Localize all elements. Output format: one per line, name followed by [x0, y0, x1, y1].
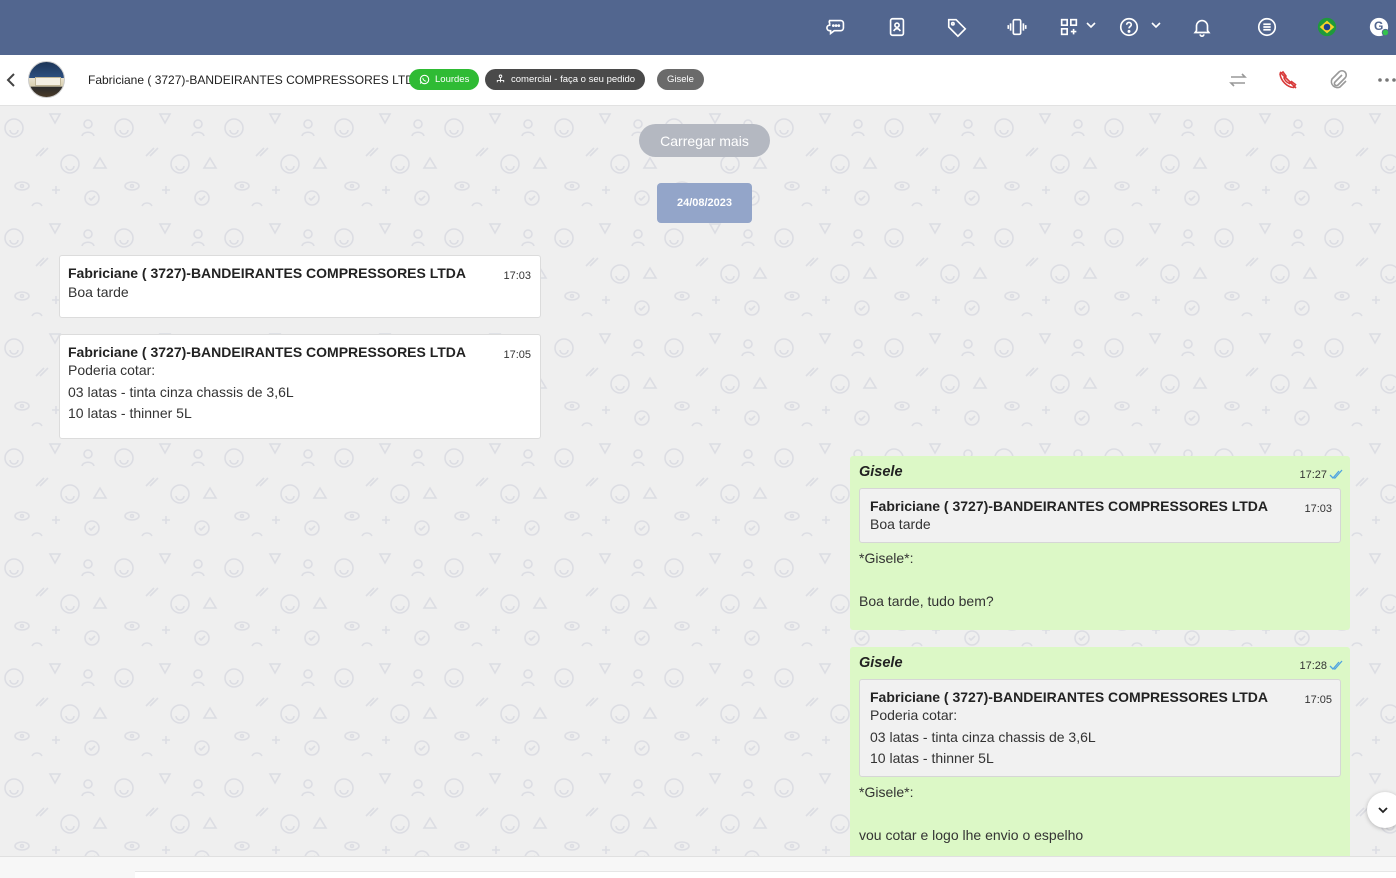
- apps-grid-icon[interactable]: [1054, 12, 1084, 42]
- queue-tree-icon: [496, 74, 505, 83]
- message-author: Gisele: [859, 655, 903, 671]
- attach-icon[interactable]: [1327, 69, 1349, 91]
- whatsapp-icon: [419, 74, 430, 85]
- incoming-message[interactable]: Fabriciane ( 3727)-BANDEIRANTES COMPRESS…: [59, 255, 541, 318]
- quoted-sender: Fabriciane ( 3727)-BANDEIRANTES COMPRESS…: [870, 689, 1269, 705]
- end-call-icon[interactable]: [1277, 69, 1299, 91]
- message-text: 10 latas - thinner 5L: [68, 405, 192, 421]
- user-chip[interactable]: Gisele: [657, 69, 704, 90]
- back-arrow-icon[interactable]: [4, 71, 20, 89]
- chat-header: Fabriciane ( 3727)-BANDEIRANTES COMPRESS…: [0, 55, 1396, 106]
- quoted-text: 03 latas - tinta cinza chassis de 3,6L: [870, 728, 1096, 745]
- quoted-time: 17:03: [1304, 503, 1332, 515]
- queue-label: comercial - faça o seu pedido: [511, 74, 636, 85]
- user-initial: G: [1374, 19, 1384, 33]
- message-text: 03 latas - tinta cinza chassis de 3,6L: [68, 383, 294, 400]
- chevron-down-icon[interactable]: [1085, 19, 1097, 31]
- quoted-time: 17:05: [1304, 694, 1332, 706]
- queue-chip[interactable]: comercial - faça o seu pedido: [485, 69, 646, 90]
- transfer-icon[interactable]: [1227, 69, 1249, 91]
- message-time: 17:27: [1299, 469, 1327, 481]
- message-composer-bar: [0, 856, 1396, 878]
- date-separator: 24/08/2023: [657, 183, 752, 223]
- message-text: Boa tarde: [68, 284, 129, 300]
- tag-icon[interactable]: [942, 12, 972, 42]
- contact-avatar[interactable]: [28, 61, 65, 98]
- bell-icon[interactable]: [1187, 12, 1217, 42]
- message-sender: Fabriciane ( 3727)-BANDEIRANTES COMPRESS…: [68, 265, 467, 281]
- chat-messages-area[interactable]: Carregar mais 24/08/2023 Fabriciane ( 37…: [0, 106, 1396, 856]
- message-author: Gisele: [859, 464, 903, 480]
- chevron-down-icon: [1378, 807, 1388, 814]
- message-text: *Gisele*: Boa tarde, tudo bem?: [859, 549, 994, 609]
- outgoing-message[interactable]: Gisele 17:28 Fabriciane ( 3727)-BANDEIRA…: [850, 647, 1350, 856]
- quoted-message[interactable]: Fabriciane ( 3727)-BANDEIRANTES COMPRESS…: [859, 488, 1341, 543]
- chevron-down-icon[interactable]: [1150, 19, 1162, 31]
- quoted-message[interactable]: Fabriciane ( 3727)-BANDEIRANTES COMPRESS…: [859, 679, 1341, 777]
- message-time: 17:05: [503, 349, 531, 361]
- menu-list-icon[interactable]: [1252, 12, 1282, 42]
- top-navigation-bar: G: [0, 0, 1396, 55]
- scroll-to-bottom-button[interactable]: [1367, 792, 1396, 828]
- message-text: *Gisele*: vou cotar e logo lhe envio o e…: [859, 783, 1084, 843]
- user-chip-label: Gisele: [667, 74, 694, 85]
- message-time: 17:03: [503, 270, 531, 282]
- contact-book-icon[interactable]: [882, 12, 912, 42]
- quoted-text: 10 latas - thinner 5L: [870, 750, 994, 766]
- message-input[interactable]: [135, 871, 1396, 878]
- outgoing-message[interactable]: Gisele 17:27 Fabriciane ( 3727)-BANDEIRA…: [850, 456, 1350, 630]
- chat-bubbles-icon[interactable]: [822, 12, 852, 42]
- load-more-button[interactable]: Carregar mais: [639, 124, 770, 157]
- message-sender: Fabriciane ( 3727)-BANDEIRANTES COMPRESS…: [68, 344, 467, 360]
- contact-name[interactable]: Fabriciane ( 3727)-BANDEIRANTES COMPRESS…: [88, 73, 422, 87]
- more-icon[interactable]: [1376, 69, 1396, 91]
- user-avatar-icon[interactable]: G: [1364, 12, 1394, 42]
- quoted-text: Boa tarde: [870, 516, 931, 532]
- quoted-sender: Fabriciane ( 3727)-BANDEIRANTES COMPRESS…: [870, 498, 1269, 514]
- read-ticks-icon: [1329, 469, 1343, 479]
- whatsapp-agent-label: Lourdes: [435, 74, 470, 85]
- incoming-message[interactable]: Fabriciane ( 3727)-BANDEIRANTES COMPRESS…: [59, 334, 541, 439]
- brazil-flag-icon[interactable]: [1312, 12, 1342, 42]
- whatsapp-agent-chip[interactable]: Lourdes: [409, 69, 480, 90]
- vibrate-phone-icon[interactable]: [1002, 12, 1032, 42]
- message-time: 17:28: [1299, 660, 1327, 672]
- quoted-text: Poderia cotar:: [870, 707, 958, 723]
- read-ticks-icon: [1329, 660, 1343, 670]
- help-icon[interactable]: [1114, 12, 1144, 42]
- message-text: Poderia cotar:: [68, 362, 156, 378]
